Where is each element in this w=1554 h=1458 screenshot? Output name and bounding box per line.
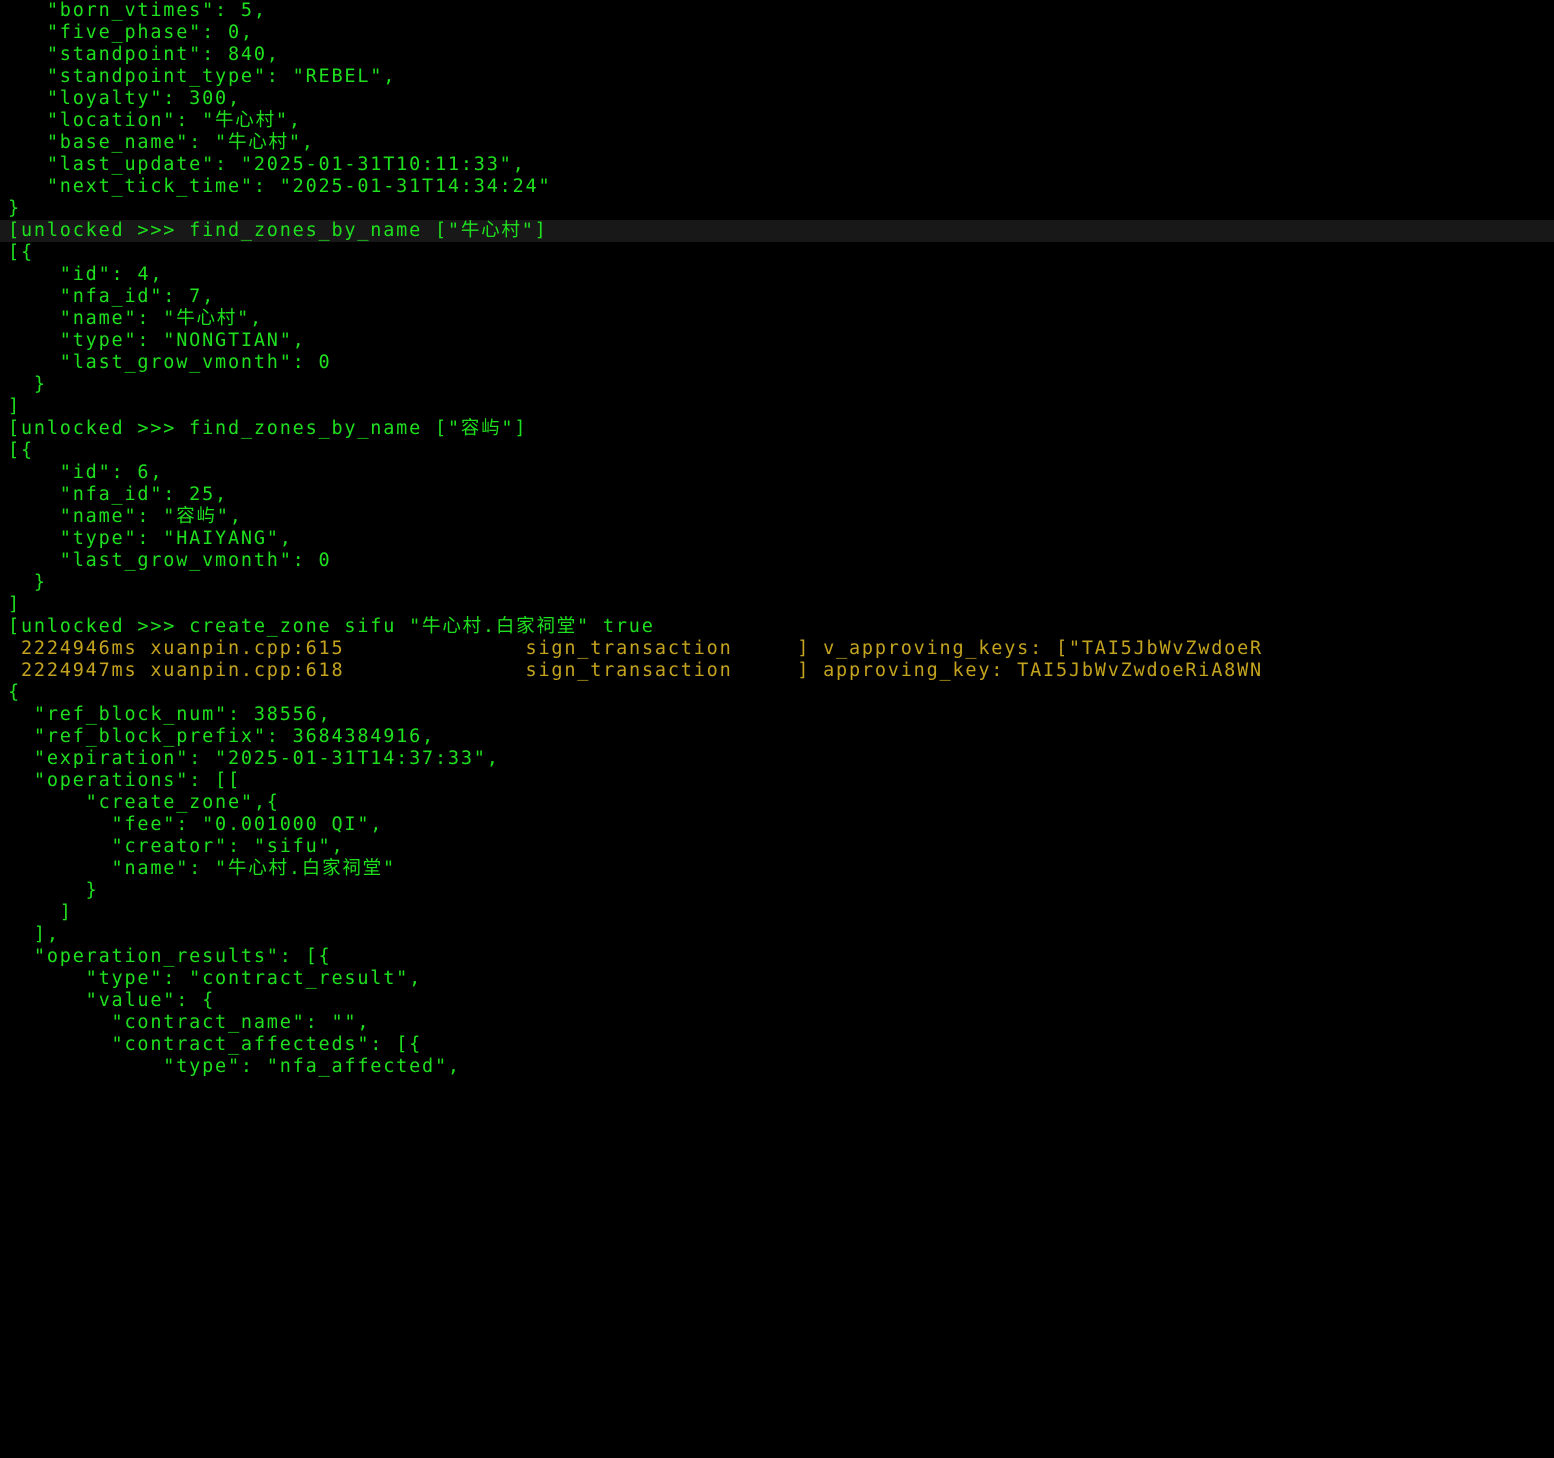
terminal-line: "last_update": "2025-01-31T10:11:33", <box>8 154 1554 176</box>
terminal-line: "name": "牛心村", <box>8 308 1554 330</box>
terminal-line: "contract_name": "", <box>8 1012 1554 1034</box>
terminal-line: "value": { <box>8 990 1554 1012</box>
terminal-line: [unlocked >>> find_zones_by_name ["容屿"] <box>8 418 1554 440</box>
terminal-line: "standpoint": 840, <box>8 44 1554 66</box>
terminal-line: "creator": "sifu", <box>8 836 1554 858</box>
terminal-output[interactable]: "born_vtimes": 5, "five_phase": 0, "stan… <box>0 0 1554 1458</box>
terminal-line: "type": "HAIYANG", <box>8 528 1554 550</box>
terminal-line: "name": "容屿", <box>8 506 1554 528</box>
terminal-line: "id": 6, <box>8 462 1554 484</box>
terminal-line: "born_vtimes": 5, <box>8 0 1554 22</box>
terminal-line: "five_phase": 0, <box>8 22 1554 44</box>
terminal-line: "type": "contract_result", <box>8 968 1554 990</box>
terminal-line: { <box>8 682 1554 704</box>
terminal-line: "last_grow_vmonth": 0 <box>8 550 1554 572</box>
terminal-line: "last_grow_vmonth": 0 <box>8 352 1554 374</box>
terminal-line: "create_zone",{ <box>8 792 1554 814</box>
terminal-line: } <box>8 880 1554 902</box>
terminal-line: ] <box>8 594 1554 616</box>
terminal-line: [unlocked >>> find_zones_by_name ["牛心村"] <box>0 220 1554 242</box>
terminal-line: "type": "NONGTIAN", <box>8 330 1554 352</box>
terminal-line: } <box>8 374 1554 396</box>
terminal-line: "location": "牛心村", <box>8 110 1554 132</box>
terminal-line: "fee": "0.001000 QI", <box>8 814 1554 836</box>
terminal-line: "nfa_id": 25, <box>8 484 1554 506</box>
terminal-line: } <box>8 198 1554 220</box>
terminal-line: "base_name": "牛心村", <box>8 132 1554 154</box>
terminal-line: [unlocked >>> create_zone sifu "牛心村.白家祠堂… <box>8 616 1554 638</box>
terminal-line: ], <box>8 924 1554 946</box>
terminal-line: "loyalty": 300, <box>8 88 1554 110</box>
terminal-line: 2224946ms xuanpin.cpp:615 sign_transacti… <box>8 638 1554 660</box>
terminal-line: "id": 4, <box>8 264 1554 286</box>
terminal-line: "ref_block_prefix": 3684384916, <box>8 726 1554 748</box>
terminal-line: ] <box>8 396 1554 418</box>
terminal-line: ] <box>8 902 1554 924</box>
terminal-line: "operation_results": [{ <box>8 946 1554 968</box>
terminal-line: "expiration": "2025-01-31T14:37:33", <box>8 748 1554 770</box>
terminal-line: "contract_affecteds": [{ <box>8 1034 1554 1056</box>
terminal-line: "nfa_id": 7, <box>8 286 1554 308</box>
terminal-line: [{ <box>8 440 1554 462</box>
terminal-line: "next_tick_time": "2025-01-31T14:34:24" <box>8 176 1554 198</box>
terminal-line: "operations": [[ <box>8 770 1554 792</box>
terminal-line: [{ <box>8 242 1554 264</box>
terminal-line: } <box>8 572 1554 594</box>
terminal-line: "standpoint_type": "REBEL", <box>8 66 1554 88</box>
terminal-line: 2224947ms xuanpin.cpp:618 sign_transacti… <box>8 660 1554 682</box>
terminal-line: "name": "牛心村.白家祠堂" <box>8 858 1554 880</box>
terminal-line: "ref_block_num": 38556, <box>8 704 1554 726</box>
terminal-line: "type": "nfa_affected", <box>8 1056 1554 1078</box>
